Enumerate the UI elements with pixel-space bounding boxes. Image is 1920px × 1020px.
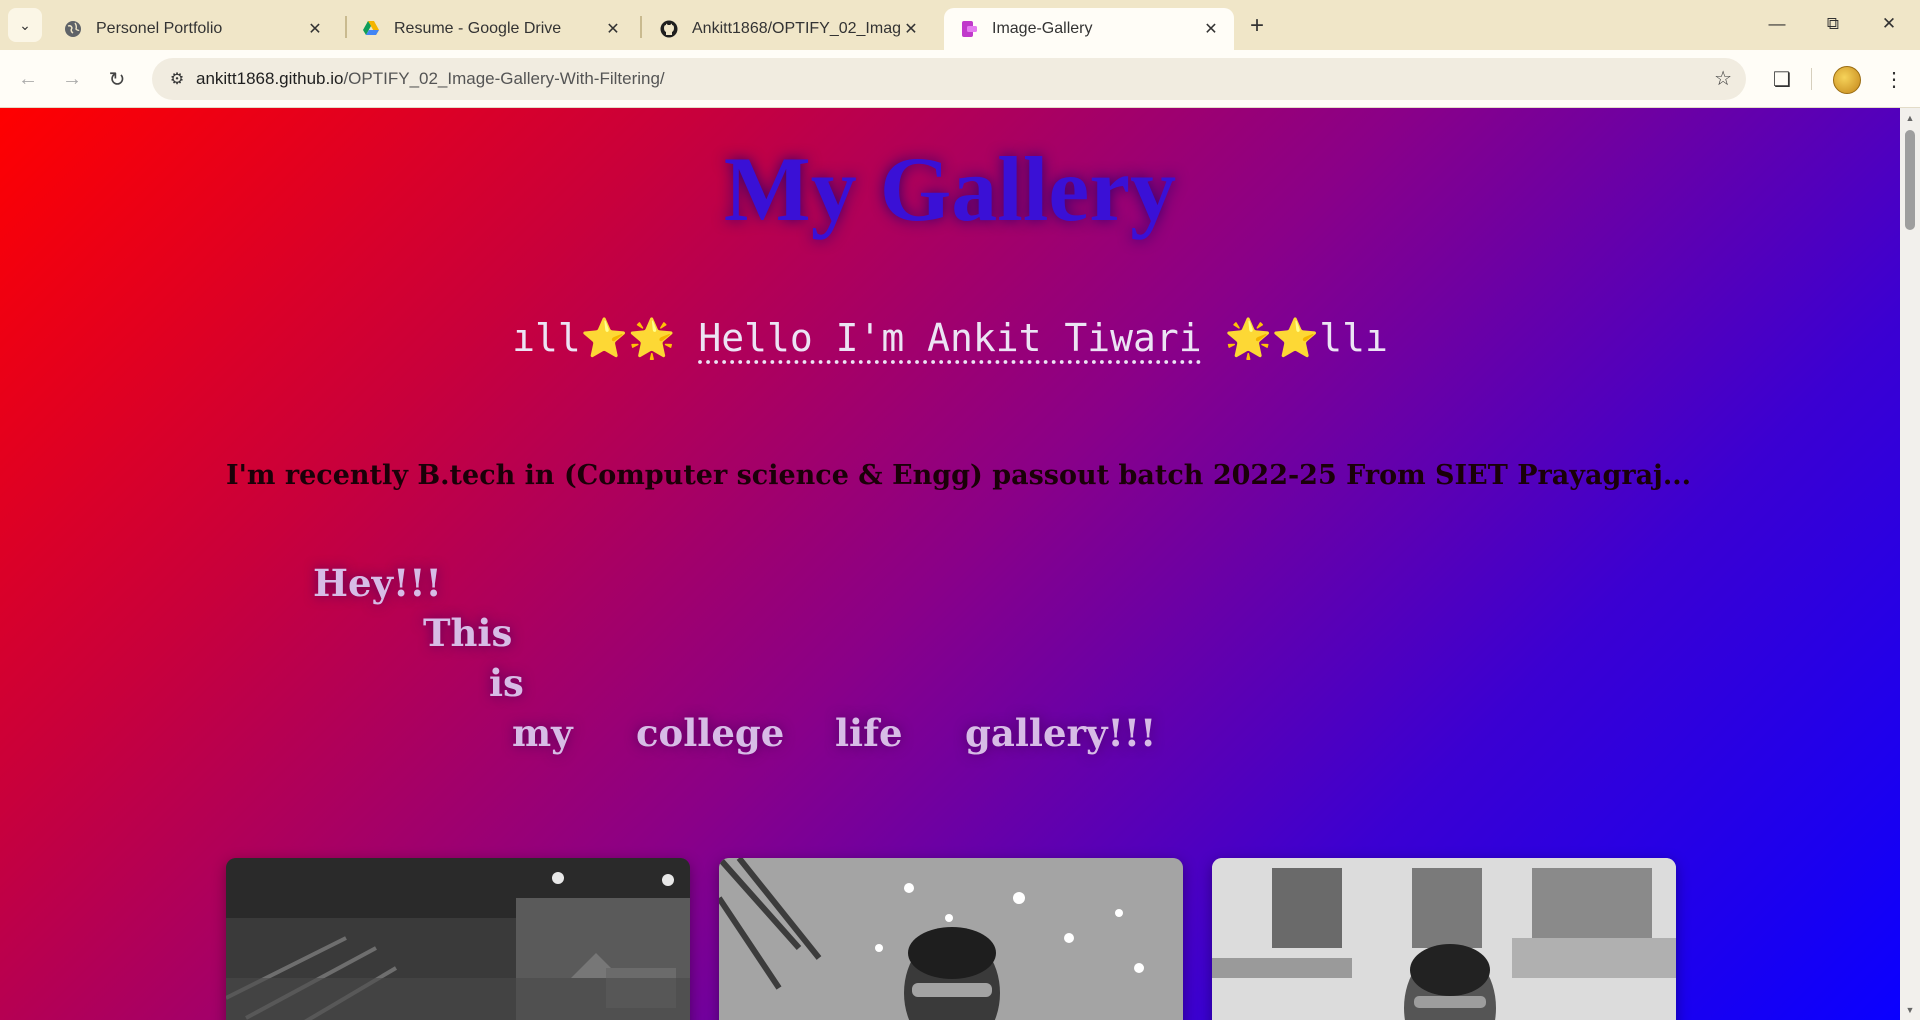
menu-button[interactable]: ⋮ — [1878, 63, 1910, 95]
close-window-button[interactable]: ✕ — [1866, 6, 1912, 42]
minimize-button[interactable]: — — [1754, 6, 1800, 42]
signal-bars-left: ıll — [512, 316, 581, 360]
close-tab-icon[interactable]: ✕ — [900, 18, 922, 40]
toolbar-divider — [1811, 68, 1812, 90]
globe-icon — [65, 21, 81, 37]
page-viewport: My Gallery ıll⭐🌟 Hello I'm Ankit Tiwari … — [0, 108, 1920, 1020]
greeting-text: Hello I'm Ankit Tiwari — [698, 316, 1202, 360]
browser-window: ⌄ Personel Portfolio ✕ Resume - Google D… — [0, 0, 1920, 1020]
star-icon: ⭐ — [1271, 316, 1320, 360]
restore-button[interactable]: ⧉ — [1810, 6, 1856, 42]
close-tab-icon[interactable]: ✕ — [1200, 18, 1222, 40]
browser-toolbar: ← → ↻ ⚙ ankitt1868.github.io/OPTIFY_02_I… — [0, 50, 1920, 108]
tab-title: Resume - Google Drive — [394, 20, 562, 37]
extensions-button[interactable]: ❏ — [1766, 63, 1798, 95]
chevron-down-icon: ⌄ — [19, 16, 31, 33]
scroll-thumb[interactable] — [1905, 130, 1915, 230]
restore-icon: ⧉ — [1826, 14, 1840, 33]
url-host: ankitt1868.github.io — [196, 69, 344, 88]
scroll-down-arrow-icon[interactable]: ▼ — [1900, 1002, 1920, 1018]
sparkle-icon: 🌟 — [1224, 316, 1272, 360]
close-tab-icon[interactable]: ✕ — [304, 18, 326, 40]
site-info-button[interactable]: ⚙ — [162, 64, 192, 94]
poem-word-gallery: gallery!!! — [965, 711, 1157, 755]
tab-personel-portfolio[interactable]: Personel Portfolio ✕ — [48, 8, 338, 50]
gallery-photo-1 — [226, 858, 690, 1020]
reload-icon: ↻ — [108, 68, 126, 91]
url-text[interactable]: ankitt1868.github.io/OPTIFY_02_Image-Gal… — [196, 69, 665, 89]
tab-github-repo[interactable]: Ankitt1868/OPTIFY_02_Image-G ✕ — [644, 8, 934, 50]
tab-search-button[interactable]: ⌄ — [8, 8, 42, 42]
poem-line-3: is — [489, 661, 524, 705]
bookmark-star-icon[interactable]: ☆ — [1714, 66, 1732, 91]
puzzle-icon: ❏ — [1773, 68, 1791, 91]
tab-strip: ⌄ Personel Portfolio ✕ Resume - Google D… — [0, 0, 1920, 50]
page-scrollbar[interactable]: ▲ ▼ — [1900, 108, 1920, 1020]
close-icon: ✕ — [1881, 14, 1897, 33]
forward-arrow-icon: → — [62, 67, 82, 90]
tab-image-gallery[interactable]: Image-Gallery ✕ — [944, 8, 1234, 50]
page-title: My Gallery — [723, 138, 1177, 240]
tab-title: Image-Gallery — [992, 20, 1093, 37]
tune-icon: ⚙ — [169, 71, 185, 88]
gallery-card-1[interactable] — [226, 858, 690, 1020]
gallery-card-3[interactable] — [1212, 858, 1676, 1020]
page-icon — [962, 21, 977, 37]
star-icon: ⭐ — [580, 316, 629, 360]
gallery-card-2[interactable] — [719, 858, 1183, 1020]
forward-button[interactable]: → — [56, 63, 88, 95]
poem-word-life: life — [835, 711, 903, 755]
google-drive-icon — [363, 21, 379, 35]
tab-title: Ankitt1868/OPTIFY_02_Image-G — [692, 20, 900, 37]
address-bar[interactable]: ⚙ ankitt1868.github.io/OPTIFY_02_Image-G… — [152, 58, 1746, 100]
poem-word-college: college — [636, 711, 785, 755]
poem-line-1: Hey!!! — [313, 561, 442, 605]
intro-text: I'm recently B.tech in (Computer science… — [226, 460, 1692, 491]
back-button[interactable]: ← — [12, 63, 44, 95]
plus-icon: + — [1249, 12, 1264, 39]
tab-resume-google-drive[interactable]: Resume - Google Drive ✕ — [346, 8, 636, 50]
tab-separator — [640, 16, 642, 38]
gallery-photo-2 — [719, 858, 1183, 1020]
url-path: /OPTIFY_02_Image-Gallery-With-Filtering/ — [343, 69, 665, 88]
signal-bars-right: llı — [1319, 316, 1388, 360]
scroll-up-arrow-icon[interactable]: ▲ — [1900, 110, 1920, 126]
tab-title: Personel Portfolio — [96, 20, 223, 37]
gallery-photo-3 — [1212, 858, 1676, 1020]
greeting-line: ıll⭐🌟 Hello I'm Ankit Tiwari 🌟⭐llı — [0, 316, 1900, 361]
gallery-page: My Gallery ıll⭐🌟 Hello I'm Ankit Tiwari … — [0, 108, 1900, 1020]
minimize-icon: — — [1768, 14, 1786, 33]
profile-avatar[interactable] — [1833, 66, 1861, 94]
github-icon — [660, 20, 678, 38]
new-tab-button[interactable]: + — [1243, 12, 1271, 40]
poem-word-my: my — [512, 711, 573, 755]
reload-button[interactable]: ↻ — [101, 63, 133, 95]
close-tab-icon[interactable]: ✕ — [602, 18, 624, 40]
kebab-menu-icon: ⋮ — [1884, 68, 1904, 91]
sparkle-icon: 🌟 — [628, 316, 676, 360]
back-arrow-icon: ← — [18, 67, 38, 90]
poem-line-2: This — [423, 611, 513, 655]
